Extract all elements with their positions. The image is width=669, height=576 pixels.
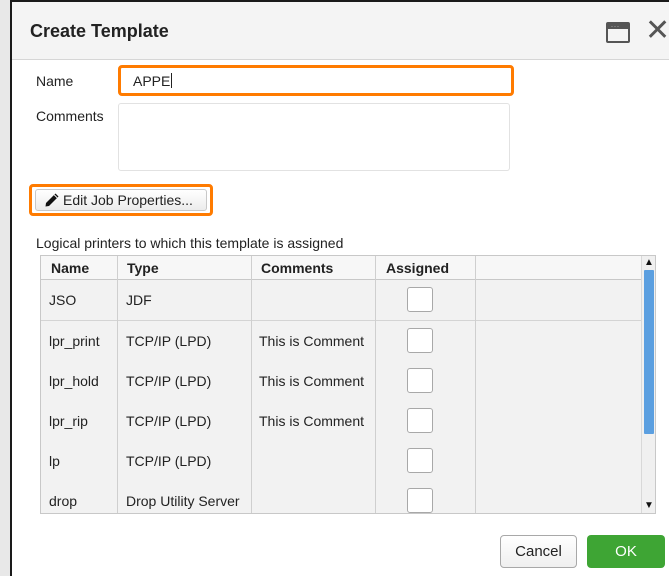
cell-comments: This is Comment (259, 333, 365, 349)
assigned-checkbox[interactable] (407, 408, 433, 433)
cell-name: lp (49, 453, 60, 469)
close-icon[interactable]: ✕ (645, 16, 669, 46)
assigned-checkbox[interactable] (407, 368, 433, 393)
comments-textarea[interactable] (118, 103, 510, 171)
edit-job-properties-button[interactable]: Edit Job Properties... (35, 189, 207, 211)
text-caret (171, 73, 173, 88)
cell-comments: This is Comment (259, 373, 365, 389)
cell-name: lpr_rip (49, 413, 88, 429)
table-row[interactable]: lpr_rip TCP/IP (LPD) This is Comment (41, 401, 641, 442)
ok-button[interactable]: OK (587, 535, 665, 568)
column-divider (251, 256, 252, 513)
column-divider (117, 256, 118, 513)
window-maximize-icon[interactable]: ··· (606, 22, 630, 43)
comments-label: Comments (36, 108, 104, 124)
scrollbar-thumb[interactable] (644, 270, 654, 434)
pencil-icon (45, 193, 59, 207)
cell-type: TCP/IP (LPD) (126, 413, 212, 429)
cell-type: Drop Utility Server (126, 493, 240, 509)
column-divider (475, 256, 476, 513)
table-row[interactable]: JSO JDF (41, 280, 641, 321)
dialog-title: Create Template (30, 21, 169, 41)
column-header-name[interactable]: Name (51, 260, 89, 276)
cell-type: TCP/IP (LPD) (126, 333, 212, 349)
cell-type: TCP/IP (LPD) (126, 453, 212, 469)
create-template-dialog: Create Template ··· ✕ Name APPE Comments… (12, 0, 669, 576)
background-window-edge (0, 0, 12, 576)
table-row[interactable]: lp TCP/IP (LPD) (41, 441, 641, 482)
column-divider (375, 256, 376, 513)
table-row[interactable]: drop Drop Utility Server (41, 481, 641, 513)
scroll-down-arrow-icon[interactable]: ▼ (644, 501, 654, 511)
table-caption: Logical printers to which this template … (36, 235, 344, 251)
cell-name: JSO (49, 292, 77, 308)
printers-table: Name Type Comments Assigned JSO JDF lpr_… (40, 255, 656, 514)
table-row[interactable]: lpr_hold TCP/IP (LPD) This is Comment (41, 361, 641, 402)
cell-name: drop (49, 493, 78, 509)
scroll-up-arrow-icon[interactable]: ▲ (644, 258, 654, 268)
assigned-checkbox[interactable] (407, 488, 433, 513)
assigned-checkbox[interactable] (407, 328, 433, 353)
column-header-assigned[interactable]: Assigned (386, 260, 449, 276)
table-scrollbar[interactable]: ▲ ▼ (641, 256, 655, 513)
name-input-value: APPE (133, 73, 171, 89)
dialog-title-bar[interactable]: Create Template ··· ✕ (12, 2, 669, 60)
column-header-comments[interactable]: Comments (261, 260, 333, 276)
cell-name: lpr_print (49, 333, 100, 349)
table-header: Name Type Comments Assigned (41, 256, 641, 280)
table-row[interactable]: lpr_print TCP/IP (LPD) This is Comment (41, 321, 641, 362)
assigned-checkbox[interactable] (407, 287, 433, 312)
cancel-button[interactable]: Cancel (500, 535, 577, 568)
cell-type: TCP/IP (LPD) (126, 373, 212, 389)
column-header-type[interactable]: Type (127, 260, 159, 276)
cell-comments: This is Comment (259, 413, 365, 429)
cell-name: lpr_hold (49, 373, 99, 389)
cell-type: JDF (126, 292, 152, 308)
name-input[interactable]: APPE (118, 65, 514, 96)
edit-job-properties-label: Edit Job Properties... (63, 192, 193, 208)
name-label: Name (36, 73, 74, 89)
assigned-checkbox[interactable] (407, 448, 433, 473)
